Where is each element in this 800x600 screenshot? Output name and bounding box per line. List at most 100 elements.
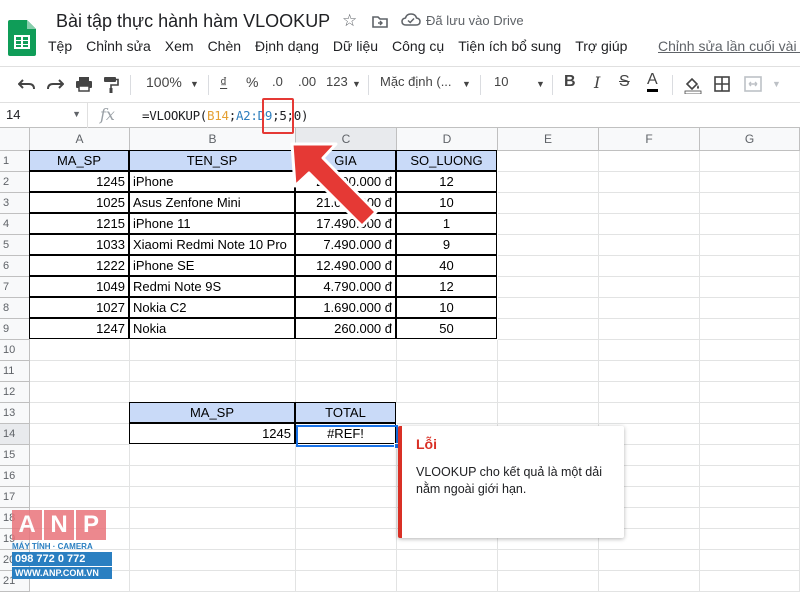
cell[interactable]: [30, 361, 130, 382]
row-header[interactable]: 15: [0, 445, 30, 466]
cell[interactable]: [130, 361, 296, 382]
cell[interactable]: [700, 277, 800, 298]
more-formats-button[interactable]: 123: [326, 74, 348, 89]
cell[interactable]: [700, 319, 800, 340]
cell[interactable]: 1027: [29, 297, 129, 318]
cell[interactable]: [30, 466, 130, 487]
cell[interactable]: 50: [396, 318, 497, 339]
cell[interactable]: [700, 487, 800, 508]
cell[interactable]: [30, 445, 130, 466]
cell[interactable]: [599, 256, 700, 277]
row-header[interactable]: 3: [0, 193, 30, 214]
font-size-chevron-down-icon[interactable]: ▼: [536, 79, 545, 89]
cell[interactable]: [498, 382, 599, 403]
font-chevron-down-icon[interactable]: ▼: [462, 79, 471, 89]
borders-icon[interactable]: [714, 76, 730, 92]
cell[interactable]: [397, 571, 498, 592]
cell[interactable]: [498, 340, 599, 361]
star-icon[interactable]: ☆: [342, 11, 357, 31]
cell[interactable]: [700, 151, 800, 172]
cell[interactable]: [700, 256, 800, 277]
print-icon[interactable]: [75, 76, 93, 92]
cell[interactable]: [498, 298, 599, 319]
row-header[interactable]: 7: [0, 277, 30, 298]
column-header-f[interactable]: F: [599, 128, 700, 151]
paint-format-icon[interactable]: [103, 76, 119, 94]
cell[interactable]: 1.690.000 đ: [295, 297, 396, 318]
cell[interactable]: [599, 361, 700, 382]
menu-format[interactable]: Định dạng: [255, 38, 319, 54]
cell[interactable]: 1215: [29, 213, 129, 234]
cell[interactable]: [296, 340, 397, 361]
cell[interactable]: 1247: [29, 318, 129, 339]
cell[interactable]: [130, 508, 296, 529]
cell[interactable]: [599, 319, 700, 340]
cell[interactable]: [498, 214, 599, 235]
row-header[interactable]: 13: [0, 403, 30, 424]
cell[interactable]: 12.490.000 đ: [295, 255, 396, 276]
column-header-d[interactable]: D: [397, 128, 498, 151]
decrease-decimal-button[interactable]: .0: [272, 74, 283, 89]
cell[interactable]: [498, 256, 599, 277]
row-header[interactable]: 12: [0, 382, 30, 403]
cell[interactable]: iPhone SE: [129, 255, 295, 276]
cell[interactable]: [700, 445, 800, 466]
cell[interactable]: [599, 298, 700, 319]
sheets-logo-icon[interactable]: [8, 20, 36, 56]
menu-data[interactable]: Dữ liệu: [333, 38, 378, 54]
currency-format-button[interactable]: ₫: [220, 74, 227, 90]
cell[interactable]: [130, 571, 296, 592]
menu-tools[interactable]: Công cụ: [392, 38, 444, 54]
cell[interactable]: [700, 193, 800, 214]
cell[interactable]: 1245: [29, 171, 129, 192]
cell[interactable]: [599, 214, 700, 235]
row-header[interactable]: 5: [0, 235, 30, 256]
text-color-icon[interactable]: A: [647, 71, 658, 92]
name-box-chevron-down-icon[interactable]: ▼: [72, 109, 81, 119]
merge-chevron-down-icon[interactable]: ▼: [772, 79, 781, 89]
cell[interactable]: [700, 361, 800, 382]
cell[interactable]: [700, 235, 800, 256]
cell[interactable]: 1025: [29, 192, 129, 213]
bold-icon[interactable]: B: [564, 73, 576, 91]
cell[interactable]: [296, 445, 397, 466]
cell[interactable]: 9: [396, 234, 497, 255]
cell[interactable]: SO_LUONG: [396, 150, 497, 171]
cell[interactable]: [498, 319, 599, 340]
undo-icon[interactable]: [18, 77, 36, 91]
menu-addons[interactable]: Tiện ích bổ sung: [458, 38, 561, 54]
cell[interactable]: [296, 550, 397, 571]
cell[interactable]: [700, 571, 800, 592]
fill-color-icon[interactable]: [684, 76, 702, 94]
row-header[interactable]: 6: [0, 256, 30, 277]
cell[interactable]: [700, 403, 800, 424]
cell[interactable]: 1222: [29, 255, 129, 276]
cell[interactable]: [296, 529, 397, 550]
merge-cells-icon[interactable]: [744, 76, 762, 92]
cell[interactable]: MA_SP: [29, 150, 129, 171]
document-title[interactable]: Bài tập thực hành hàm VLOOKUP: [56, 11, 330, 32]
row-header[interactable]: 1: [0, 151, 30, 172]
zoom-chevron-down-icon[interactable]: ▼: [190, 79, 199, 89]
menu-view[interactable]: Xem: [165, 38, 194, 54]
cell[interactable]: 4.790.000 đ: [295, 276, 396, 297]
cell[interactable]: [700, 214, 800, 235]
increase-decimal-button[interactable]: .00: [298, 74, 316, 89]
cell[interactable]: 1033: [29, 234, 129, 255]
select-all-corner[interactable]: [0, 128, 30, 151]
formats-chevron-down-icon[interactable]: ▼: [352, 79, 361, 89]
cell[interactable]: [700, 529, 800, 550]
cell[interactable]: Redmi Note 9S: [129, 276, 295, 297]
cell[interactable]: 12: [396, 171, 497, 192]
cell[interactable]: [130, 382, 296, 403]
row-header[interactable]: 14: [0, 424, 30, 445]
strikethrough-icon[interactable]: S: [619, 73, 630, 91]
menu-file[interactable]: Tệp: [48, 38, 72, 54]
cell[interactable]: [296, 571, 397, 592]
cell[interactable]: [498, 277, 599, 298]
column-header-a[interactable]: A: [30, 128, 130, 151]
cell[interactable]: 12: [396, 276, 497, 297]
column-header-e[interactable]: E: [498, 128, 599, 151]
row-header[interactable]: 11: [0, 361, 30, 382]
cell[interactable]: [599, 403, 700, 424]
